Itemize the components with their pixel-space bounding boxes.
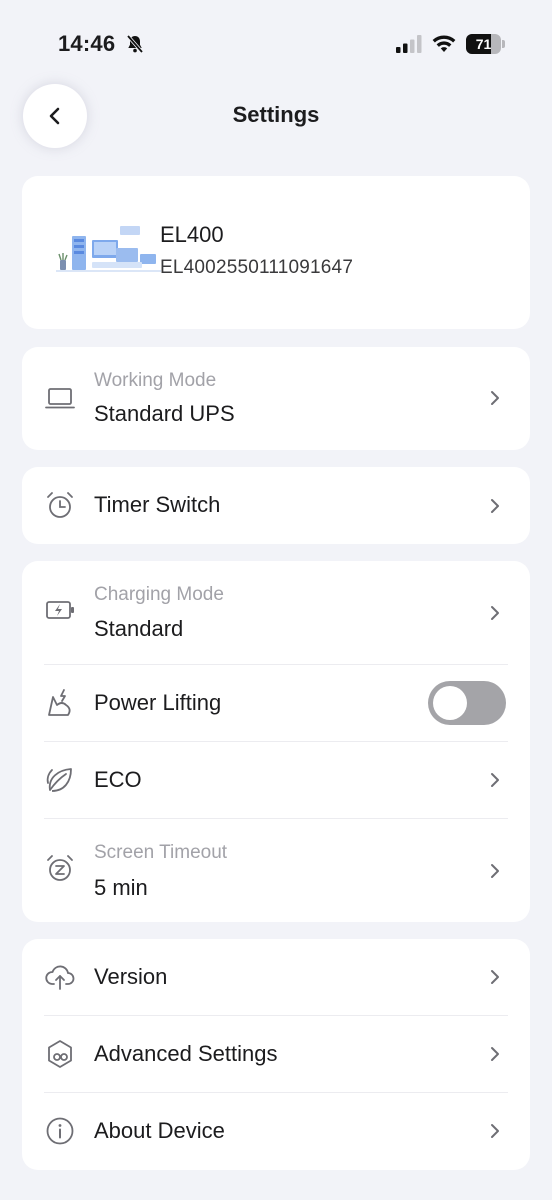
- battery-indicator: 71: [466, 34, 506, 54]
- toggle-knob: [433, 686, 467, 720]
- about-device-label: About Device: [94, 1118, 225, 1143]
- chevron-right-icon: [488, 771, 502, 789]
- device-illustration: [56, 224, 161, 274]
- advanced-settings-row[interactable]: Advanced Settings: [22, 1016, 530, 1093]
- screen-timeout-label: Screen Timeout: [94, 842, 228, 863]
- battery-cap: [502, 40, 505, 48]
- advanced-settings-label: Advanced Settings: [94, 1041, 278, 1066]
- timer-switch-label: Timer Switch: [94, 492, 221, 517]
- power-settings-card: Charging Mode Standard Power Lifting ECO…: [22, 561, 530, 922]
- device-name: EL400: [160, 222, 224, 247]
- charging-mode-row[interactable]: Charging Mode Standard: [22, 561, 530, 665]
- power-lifting-toggle[interactable]: [428, 681, 506, 725]
- chevron-right-icon: [488, 862, 502, 880]
- wifi-icon: [432, 33, 456, 53]
- timer-switch-card[interactable]: Timer Switch: [22, 467, 530, 544]
- chevron-right-icon: [488, 389, 502, 407]
- cloud-upload-icon: [44, 961, 76, 993]
- power-lifting-label: Power Lifting: [94, 690, 222, 715]
- screen-timeout-value: 5 min: [94, 875, 148, 900]
- info-icon: [44, 1115, 76, 1147]
- battery-level: 71: [475, 36, 492, 52]
- working-mode-value: Standard UPS: [94, 401, 235, 426]
- leaf-icon: [44, 764, 76, 796]
- chevron-right-icon: [488, 968, 502, 986]
- chevron-right-icon: [488, 1122, 502, 1140]
- battery-icon: 71: [466, 34, 501, 54]
- advanced-settings-icon: [44, 1038, 76, 1070]
- device-card[interactable]: EL400 EL4002550111091647: [22, 176, 530, 329]
- chevron-right-icon: [488, 604, 502, 622]
- version-row[interactable]: Version: [22, 939, 530, 1016]
- about-device-row[interactable]: About Device: [22, 1093, 530, 1170]
- working-mode-label: Working Mode: [94, 370, 217, 391]
- page-title: Settings: [232, 102, 320, 127]
- screen-timeout-row[interactable]: Screen Timeout 5 min: [22, 819, 530, 922]
- device-serial: EL4002550111091647: [160, 257, 354, 278]
- power-lifting-icon: [44, 687, 76, 719]
- status-bar: 14:46 71: [0, 0, 552, 90]
- bell-muted-icon: [125, 34, 145, 54]
- cellular-signal-icon: [396, 35, 424, 53]
- eco-row[interactable]: ECO: [22, 742, 530, 819]
- status-time: 14:46: [58, 31, 116, 56]
- battery-charging-icon: [44, 594, 76, 626]
- sleep-clock-icon: [44, 853, 76, 885]
- power-lifting-row: Power Lifting: [22, 665, 530, 742]
- chevron-right-icon: [488, 1045, 502, 1063]
- charging-mode-value: Standard: [94, 616, 184, 641]
- charging-mode-label: Charging Mode: [94, 584, 224, 605]
- alarm-clock-icon: [44, 490, 76, 522]
- chevron-right-icon: [488, 497, 502, 515]
- device-info-card: Version Advanced Settings About Device: [22, 939, 530, 1170]
- working-mode-card[interactable]: Working Mode Standard UPS: [22, 347, 530, 450]
- version-label: Version: [94, 964, 168, 989]
- laptop-icon: [44, 382, 76, 414]
- eco-label: ECO: [94, 767, 142, 792]
